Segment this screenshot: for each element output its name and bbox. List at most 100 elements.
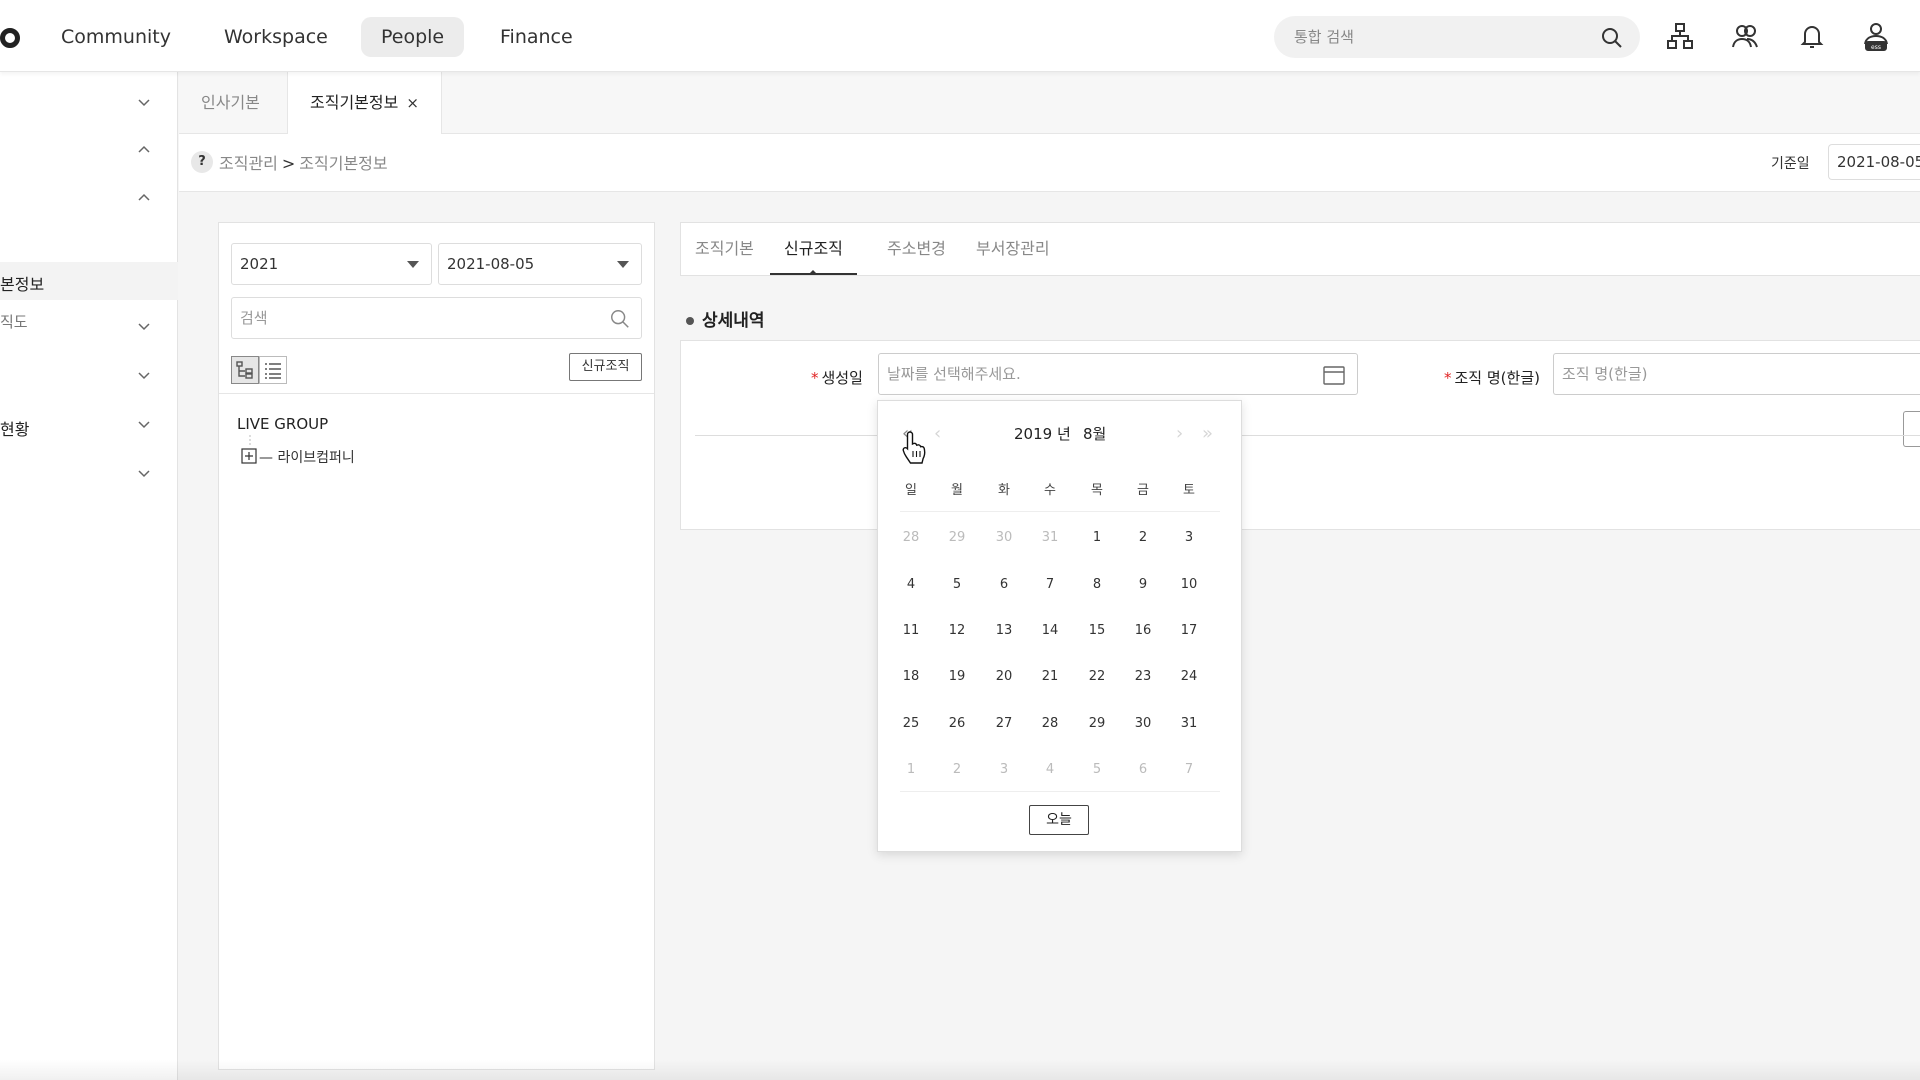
chevron-down-icon[interactable] [136, 318, 152, 334]
next-month-button[interactable]: › [1176, 423, 1183, 444]
nav-people[interactable]: People [361, 17, 465, 57]
global-search-input[interactable] [1294, 16, 1594, 58]
calendar-day[interactable]: 11 [888, 616, 934, 646]
calendar-day[interactable]: 27 [981, 709, 1027, 739]
chevron-down-icon[interactable] [136, 94, 152, 110]
calendar-day[interactable]: 29 [1074, 709, 1120, 739]
calendar-day[interactable]: 15 [1074, 616, 1120, 646]
expand-plus-icon[interactable] [241, 448, 257, 464]
calendar-day-other-month[interactable]: 29 [934, 523, 980, 553]
year-select[interactable]: 2021 [231, 243, 432, 285]
today-button[interactable]: 오늘 [1029, 805, 1089, 835]
bell-icon[interactable] [1796, 20, 1828, 52]
created-date-input[interactable] [887, 354, 1287, 394]
subtab-address-change[interactable]: 주소변경 [873, 223, 960, 275]
calendar-day[interactable]: 17 [1166, 616, 1212, 646]
calendar-day-other-month[interactable]: 7 [1166, 755, 1212, 785]
sidebar-item-status[interactable]: 현황 [0, 416, 29, 440]
calendar-day[interactable]: 24 [1166, 662, 1212, 692]
top-navigation: Community Workspace People Finance ess [0, 0, 1920, 72]
new-org-button[interactable]: 신규조직 [569, 353, 642, 381]
logo-icon[interactable] [0, 28, 20, 48]
subtab-org-basic[interactable]: 조직기본 [681, 223, 768, 275]
calendar-day[interactable]: 14 [1027, 616, 1073, 646]
chevron-up-icon[interactable] [136, 190, 152, 206]
close-icon[interactable]: × [406, 94, 419, 112]
calendar-day-other-month[interactable]: 6 [1120, 755, 1166, 785]
calendar-day[interactable]: 16 [1120, 616, 1166, 646]
nav-workspace[interactable]: Workspace [204, 17, 348, 57]
calendar-day[interactable]: 10 [1166, 570, 1212, 600]
calendar-day[interactable]: 9 [1120, 570, 1166, 600]
chevron-up-icon[interactable] [136, 142, 152, 158]
subtab-dept-head[interactable]: 부서장관리 [962, 223, 1064, 275]
calendar-day-other-month[interactable]: 1 [888, 755, 934, 785]
calendar-day[interactable]: 20 [981, 662, 1027, 692]
chevron-down-icon[interactable] [136, 367, 152, 383]
list-view-button[interactable] [259, 356, 287, 384]
calendar-day-other-month[interactable]: 28 [888, 523, 934, 553]
calendar-day-other-month[interactable]: 4 [1027, 755, 1073, 785]
calendar-day[interactable]: 28 [1027, 709, 1073, 739]
calendar-day[interactable]: 23 [1120, 662, 1166, 692]
chevron-down-icon[interactable] [136, 416, 152, 432]
detail-form: *생성일 *조직 명(한글) [680, 340, 1920, 530]
prev-month-button[interactable]: ‹ [934, 423, 941, 444]
breadcrumb-parent[interactable]: 조직관리 [219, 154, 278, 173]
search-icon[interactable] [609, 308, 631, 330]
calendar-day[interactable]: 2 [1120, 523, 1166, 553]
tree-node-child[interactable]: — 라이브컴퍼니 [259, 447, 355, 467]
weekday-header: 화 [998, 483, 1010, 498]
calendar-day[interactable]: 26 [934, 709, 980, 739]
calendar-day[interactable]: 22 [1074, 662, 1120, 692]
calendar-day[interactable]: 31 [1166, 709, 1212, 739]
calendar-day[interactable]: 19 [934, 662, 980, 692]
base-date-field[interactable]: 2021-08-05 [1828, 144, 1920, 180]
tab-org-basic-info[interactable]: 조직기본정보 × [287, 72, 442, 134]
calendar-day-other-month[interactable]: 5 [1074, 755, 1120, 785]
help-icon[interactable]: ? [191, 151, 213, 173]
users-icon[interactable] [1730, 20, 1762, 52]
calendar-day[interactable]: 13 [981, 616, 1027, 646]
tree-search-input[interactable] [240, 298, 600, 338]
search-icon[interactable] [1600, 26, 1624, 50]
org-chart-icon[interactable] [1664, 20, 1696, 52]
calendar-day[interactable]: 30 [1120, 709, 1166, 739]
nav-community[interactable]: Community [41, 17, 191, 57]
chevron-down-icon[interactable] [136, 465, 152, 481]
edge-button[interactable] [1903, 411, 1920, 447]
required-mark: * [811, 369, 819, 387]
calendar-day[interactable]: 25 [888, 709, 934, 739]
calendar-day[interactable]: 3 [1166, 523, 1212, 553]
calendar-day[interactable]: 1 [1074, 523, 1120, 553]
nav-finance[interactable]: Finance [480, 17, 593, 57]
calendar-day-other-month[interactable]: 3 [981, 755, 1027, 785]
org-name-input[interactable] [1562, 354, 1912, 394]
svg-text:ess: ess [1871, 44, 1881, 51]
subtab-new-org[interactable]: 신규조직 [770, 223, 857, 275]
tree-node-root[interactable]: LIVE GROUP [237, 415, 328, 433]
calendar-day[interactable]: 6 [981, 570, 1027, 600]
ess-user-icon[interactable]: ess [1860, 20, 1892, 52]
calendar-day[interactable]: 21 [1027, 662, 1073, 692]
next-year-button[interactable]: » [1202, 423, 1213, 444]
date-select[interactable]: 2021-08-05 [438, 243, 642, 285]
sidebar-item-org-info[interactable]: 본정보 [0, 271, 44, 295]
calendar-day-other-month[interactable]: 31 [1027, 523, 1073, 553]
base-date-label: 기준일 [1771, 156, 1810, 172]
calendar-day[interactable]: 8 [1074, 570, 1120, 600]
section-title-text: 상세내역 [702, 311, 765, 331]
sidebar-item-org-chart[interactable]: 직도 [0, 311, 28, 332]
calendar-day[interactable]: 12 [934, 616, 980, 646]
picker-year[interactable]: 2019 년 [1014, 423, 1071, 444]
calendar-day[interactable]: 4 [888, 570, 934, 600]
calendar-icon[interactable] [1323, 365, 1345, 385]
picker-month[interactable]: 8월 [1083, 423, 1106, 444]
calendar-day[interactable]: 7 [1027, 570, 1073, 600]
calendar-day-other-month[interactable]: 2 [934, 755, 980, 785]
calendar-day[interactable]: 5 [934, 570, 980, 600]
tab-hr-basic[interactable]: 인사기본 [179, 72, 282, 134]
calendar-day-other-month[interactable]: 30 [981, 523, 1027, 553]
tree-view-button[interactable] [231, 356, 259, 384]
calendar-day[interactable]: 18 [888, 662, 934, 692]
